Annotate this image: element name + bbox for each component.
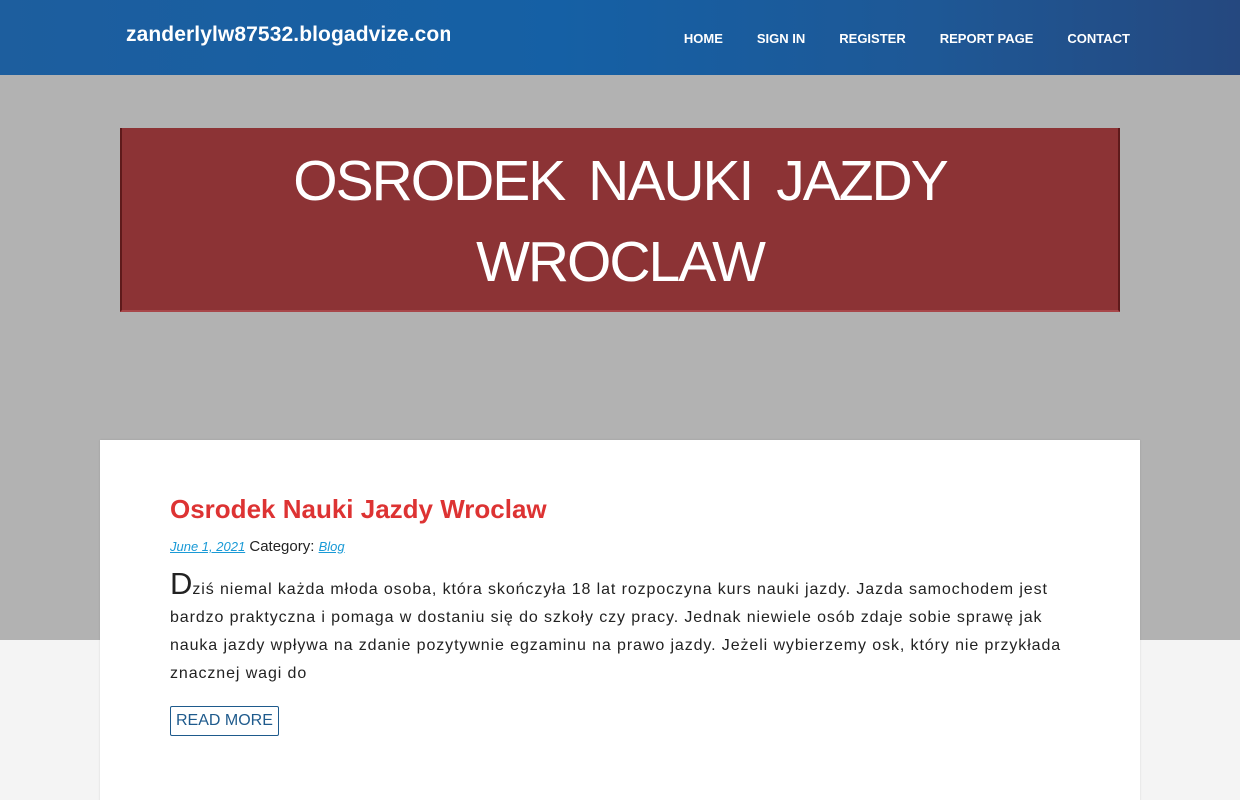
category-label: Category: — [249, 538, 315, 555]
post-excerpt: Dziś niemal każda młoda osoba, która sko… — [170, 568, 1070, 688]
excerpt-drop-cap: D — [170, 566, 193, 601]
page: zanderlylw87532.blogadvize.com HOME SIGN… — [0, 0, 1240, 800]
site-title-link[interactable]: zanderlylw87532.blogadvize.com — [126, 23, 450, 47]
nav-contact[interactable]: CONTACT — [1067, 31, 1130, 46]
nav-sign-in[interactable]: SIGN IN — [757, 31, 805, 46]
nav-register[interactable]: REGISTER — [839, 31, 905, 46]
post-title[interactable]: Osrodek Nauki Jazdy Wroclaw — [170, 494, 547, 525]
hero-banner: OSRODEK NAUKI JAZDY WROCLAW — [120, 128, 1120, 312]
nav-home[interactable]: HOME — [684, 31, 723, 46]
hero-title: OSRODEK NAUKI JAZDY WROCLAW — [293, 149, 948, 294]
site-header: zanderlylw87532.blogadvize.com HOME SIGN… — [0, 0, 1240, 75]
read-more-button[interactable]: READ MORE — [170, 706, 279, 736]
excerpt-text: ziś niemal każda młoda osoba, która skoń… — [170, 581, 1062, 682]
post-meta: June 1, 2021 Category: Blog — [170, 538, 345, 555]
main-nav: HOME SIGN IN REGISTER REPORT PAGE CONTAC… — [650, 31, 1130, 46]
post-card: Osrodek Nauki Jazdy Wroclaw June 1, 2021… — [100, 440, 1140, 800]
nav-report-page[interactable]: REPORT PAGE — [940, 31, 1034, 46]
category-link[interactable]: Blog — [319, 539, 345, 554]
post-date-link[interactable]: June 1, 2021 — [170, 539, 245, 554]
